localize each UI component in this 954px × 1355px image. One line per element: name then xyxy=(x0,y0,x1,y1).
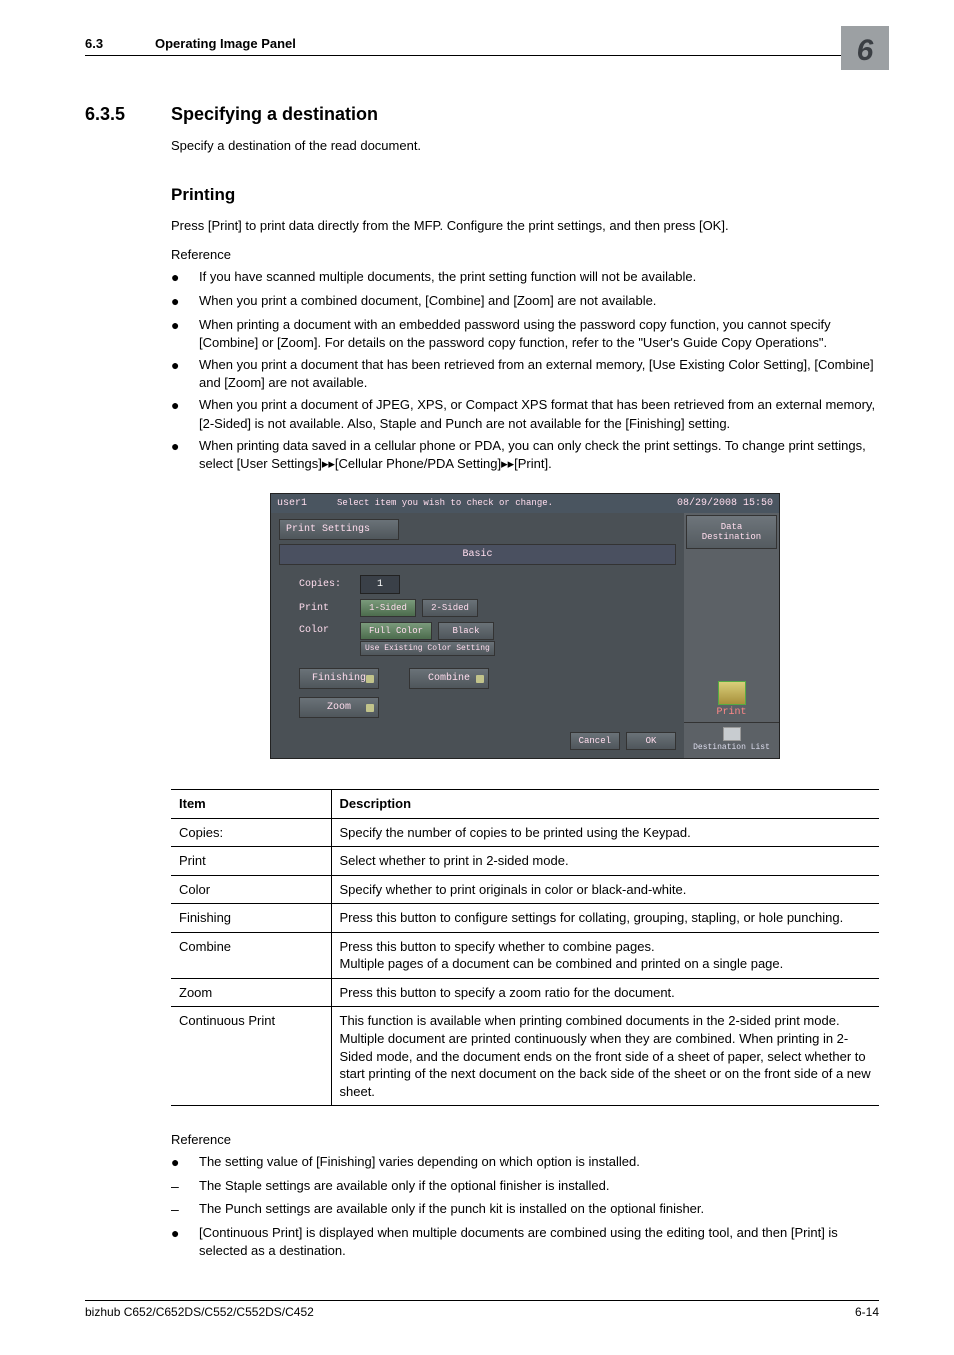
table-cell-desc: Press this button to specify a zoom rati… xyxy=(331,978,879,1007)
ss-instruction: Select item you wish to check or change. xyxy=(337,498,677,509)
list-item: ●The setting value of [Finishing] varies… xyxy=(171,1153,879,1173)
list-item-text: The Punch settings are available only if… xyxy=(199,1200,879,1220)
device-screenshot: user1 Select item you wish to check or c… xyxy=(270,493,780,759)
table-cell-item: Continuous Print xyxy=(171,1007,331,1106)
ss-datetime: 08/29/2008 15:50 xyxy=(677,498,773,509)
ss-1sided-button[interactable]: 1-Sided xyxy=(360,599,416,617)
table-row: PrintSelect whether to print in 2-sided … xyxy=(171,847,879,876)
bullet-icon: ● xyxy=(171,356,199,392)
footer-page-number: 6-14 xyxy=(855,1305,879,1319)
table-cell-item: Finishing xyxy=(171,904,331,933)
ss-label-color: Color xyxy=(299,622,354,636)
bullet-text: If you have scanned multiple documents, … xyxy=(199,268,879,288)
list-item: ●[Continuous Print] is displayed when mu… xyxy=(171,1224,879,1260)
ss-user-label: user1 xyxy=(277,498,337,509)
bullet-text: When you print a document of JPEG, XPS, … xyxy=(199,396,879,432)
table-cell-item: Color xyxy=(171,875,331,904)
list-item: –The Staple settings are available only … xyxy=(171,1177,879,1197)
header-section-number: 6.3 xyxy=(85,36,155,51)
footer-model: bizhub C652/C652DS/C552/C552DS/C452 xyxy=(85,1305,314,1319)
section-number: 6.3.5 xyxy=(85,104,171,125)
print-icon xyxy=(718,681,746,705)
ss-label-copies: Copies: xyxy=(299,579,354,590)
ss-tab-print-settings[interactable]: Print Settings xyxy=(279,519,399,540)
section-intro: Specify a destination of the read docume… xyxy=(171,137,879,155)
chapter-badge: 6 xyxy=(841,26,889,70)
page-header: 6.3 Operating Image Panel 6 xyxy=(85,36,879,56)
table-row: CombinePress this button to specify whet… xyxy=(171,932,879,978)
table-head-item: Item xyxy=(171,790,331,819)
ss-side-destination-list[interactable]: Destination List xyxy=(684,722,779,758)
settings-table: Item Description Copies:Specify the numb… xyxy=(171,789,879,1106)
ss-destlist-label: Destination List xyxy=(686,743,777,752)
ss-copies-value[interactable]: 1 xyxy=(360,575,400,594)
list-item-text: [Continuous Print] is displayed when mul… xyxy=(199,1224,879,1260)
dash-icon: – xyxy=(171,1177,199,1197)
table-row: Copies:Specify the number of copies to b… xyxy=(171,818,879,847)
bullet-text: When you print a combined document, [Com… xyxy=(199,292,879,312)
bullet-text: When printing a document with an embedde… xyxy=(199,316,879,352)
bullet-text: When printing data saved in a cellular p… xyxy=(199,437,879,473)
printing-bullets: ●If you have scanned multiple documents,… xyxy=(171,268,879,473)
reference2-label: Reference xyxy=(171,1132,879,1147)
chapter-number: 6 xyxy=(857,34,874,68)
table-cell-desc: Press this button to configure settings … xyxy=(331,904,879,933)
bullet-icon: ● xyxy=(171,1153,199,1173)
table-cell-item: Print xyxy=(171,847,331,876)
ss-side-print[interactable]: Print xyxy=(684,677,779,722)
table-head-desc: Description xyxy=(331,790,879,819)
printing-heading: Printing xyxy=(171,185,879,205)
table-cell-item: Copies: xyxy=(171,818,331,847)
ss-zoom-button[interactable]: Zoom xyxy=(299,697,379,718)
ss-data-destination-tab[interactable]: Data Destination xyxy=(686,515,777,549)
dash-icon: – xyxy=(171,1200,199,1220)
ss-use-existing-button[interactable]: Use Existing Color Setting xyxy=(360,641,495,656)
table-row: Continuous PrintThis function is availab… xyxy=(171,1007,879,1106)
table-cell-desc: Select whether to print in 2-sided mode. xyxy=(331,847,879,876)
bullet-icon: ● xyxy=(171,316,199,352)
ss-ok-button[interactable]: OK xyxy=(626,732,676,750)
table-cell-desc: Specify the number of copies to be print… xyxy=(331,818,879,847)
bullet-icon: ● xyxy=(171,437,199,473)
reference2-list: ●The setting value of [Finishing] varies… xyxy=(171,1153,879,1260)
page-footer: bizhub C652/C652DS/C552/C552DS/C452 6-14 xyxy=(85,1300,879,1319)
ss-basic-bar: Basic xyxy=(279,544,676,565)
ss-cancel-button[interactable]: Cancel xyxy=(570,732,620,750)
bullet-icon: ● xyxy=(171,292,199,312)
list-item: –The Punch settings are available only i… xyxy=(171,1200,879,1220)
ss-black-button[interactable]: Black xyxy=(438,622,494,640)
printing-paragraph: Press [Print] to print data directly fro… xyxy=(171,217,879,235)
ss-label-print: Print xyxy=(299,603,354,614)
ss-2sided-button[interactable]: 2-Sided xyxy=(422,599,478,617)
table-cell-item: Zoom xyxy=(171,978,331,1007)
bullet-icon: ● xyxy=(171,268,199,288)
table-row: ColorSpecify whether to print originals … xyxy=(171,875,879,904)
reference-label: Reference xyxy=(171,247,879,262)
table-cell-item: Combine xyxy=(171,932,331,978)
list-item-text: The setting value of [Finishing] varies … xyxy=(199,1153,879,1173)
header-section-title: Operating Image Panel xyxy=(155,36,296,51)
table-row: ZoomPress this button to specify a zoom … xyxy=(171,978,879,1007)
bullet-text: When you print a document that has been … xyxy=(199,356,879,392)
section-heading: 6.3.5 Specifying a destination xyxy=(85,104,879,125)
ss-print-label: Print xyxy=(688,707,775,718)
table-row: FinishingPress this button to configure … xyxy=(171,904,879,933)
list-item-text: The Staple settings are available only i… xyxy=(199,1177,879,1197)
ss-combine-button[interactable]: Combine xyxy=(409,668,489,689)
table-cell-desc: This function is available when printing… xyxy=(331,1007,879,1106)
bullet-icon: ● xyxy=(171,1224,199,1260)
section-title: Specifying a destination xyxy=(171,104,378,125)
table-cell-desc: Specify whether to print originals in co… xyxy=(331,875,879,904)
destination-list-icon xyxy=(723,727,741,741)
table-cell-desc: Press this button to specify whether to … xyxy=(331,932,879,978)
ss-fullcolor-button[interactable]: Full Color xyxy=(360,622,432,640)
bullet-icon: ● xyxy=(171,396,199,432)
ss-finishing-button[interactable]: Finishing xyxy=(299,668,379,689)
